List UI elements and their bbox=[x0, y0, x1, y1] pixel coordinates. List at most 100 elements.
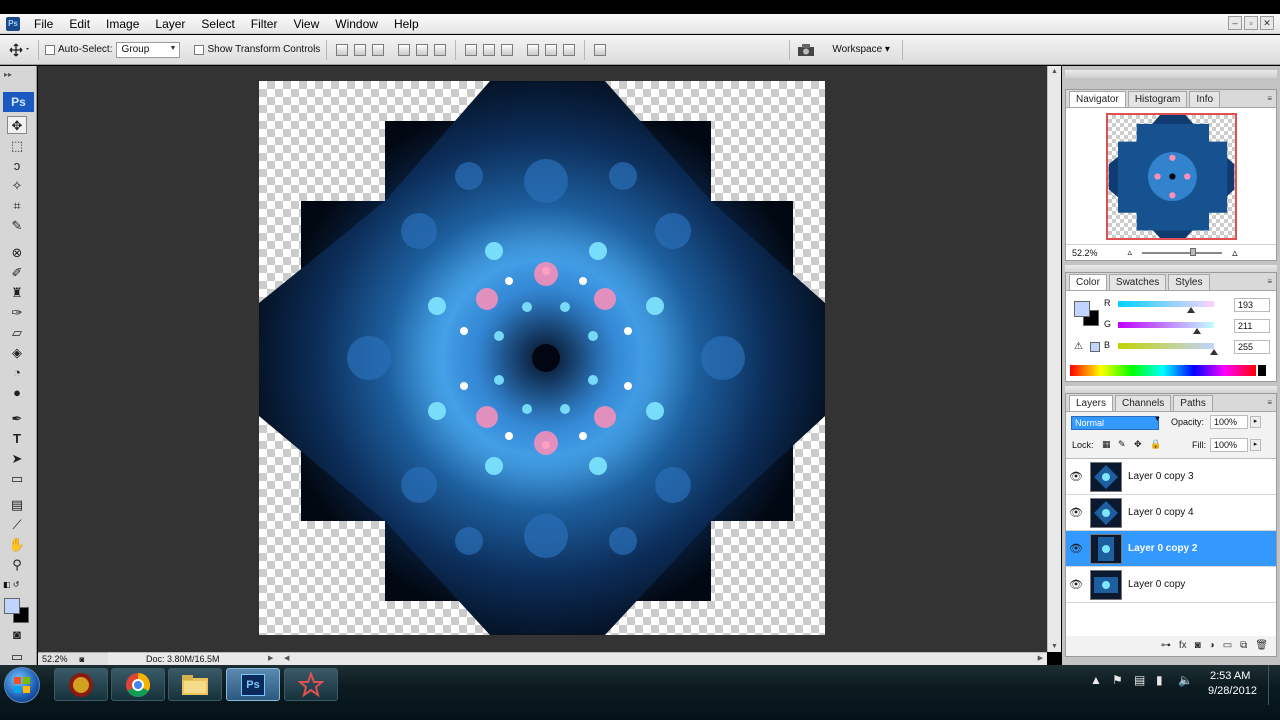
tray-flag-icon[interactable]: ⚑ bbox=[1112, 673, 1123, 687]
lock-transparency-icon[interactable]: ▦ bbox=[1102, 439, 1111, 450]
tab-styles[interactable]: Styles bbox=[1168, 274, 1210, 290]
tab-info[interactable]: Info bbox=[1189, 91, 1221, 107]
auto-select-checkbox[interactable] bbox=[45, 44, 55, 55]
panel-menu-icon[interactable]: ≡ bbox=[1267, 94, 1272, 103]
adjustment-icon[interactable]: ◑ bbox=[1209, 640, 1215, 656]
distribute-top-icon[interactable] bbox=[465, 43, 478, 56]
foreground-color-swatch[interactable] bbox=[4, 598, 20, 614]
clone-stamp-tool-icon[interactable]: ♜ bbox=[7, 284, 27, 302]
mask-icon[interactable]: ◙ bbox=[1195, 640, 1201, 656]
opacity-input[interactable]: 100% bbox=[1210, 415, 1248, 429]
slider-r-track[interactable] bbox=[1118, 301, 1214, 307]
vertical-scrollbar[interactable]: ▲ ▼ bbox=[1047, 66, 1061, 652]
blend-mode-dropdown[interactable]: Normal bbox=[1071, 416, 1159, 430]
status-info-icon[interactable]: ◙ bbox=[80, 655, 85, 664]
align-top-icon[interactable] bbox=[336, 43, 349, 56]
horizontal-scrollbar[interactable]: Doc: 3.80M/16.5M ▶ ◀ ▶ bbox=[108, 652, 1047, 665]
history-brush-tool-icon[interactable]: ✑ bbox=[7, 304, 27, 322]
lock-pixels-icon[interactable]: ✎ bbox=[1118, 439, 1126, 450]
taskbar-app-photoshop[interactable]: Ps bbox=[226, 668, 280, 701]
slider-r-value[interactable]: 193 bbox=[1234, 298, 1270, 312]
visibility-eye-icon[interactable]: 👁 bbox=[1066, 542, 1086, 555]
fill-arrow-icon[interactable]: ▸ bbox=[1250, 439, 1261, 451]
auto-select-dropdown[interactable]: Group bbox=[116, 41, 181, 58]
scroll-down-icon[interactable]: ▼ bbox=[1051, 643, 1058, 650]
spectrum-black[interactable] bbox=[1258, 365, 1266, 376]
tab-channels[interactable]: Channels bbox=[1115, 395, 1172, 411]
crop-tool-icon[interactable]: ⌗ bbox=[7, 197, 27, 215]
lock-all-icon[interactable]: 🔒 bbox=[1150, 439, 1161, 450]
menu-filter[interactable]: Filter bbox=[243, 17, 286, 31]
marquee-tool-icon[interactable]: ⬚ bbox=[7, 137, 27, 155]
dodge-tool-icon[interactable]: ● bbox=[7, 384, 27, 402]
menu-window[interactable]: Window bbox=[327, 17, 386, 31]
layer-name[interactable]: Layer 0 copy bbox=[1128, 579, 1185, 590]
paint-bucket-tool-icon[interactable]: ◈ bbox=[7, 344, 27, 362]
menu-file[interactable]: File bbox=[26, 17, 61, 31]
layer-row-selected[interactable]: 👁 Layer 0 copy 2 bbox=[1066, 531, 1276, 567]
slider-g-value[interactable]: 211 bbox=[1234, 319, 1270, 333]
zoom-tool-icon[interactable]: ⚲ bbox=[7, 556, 27, 574]
panel-collapse-icon[interactable]: ▸▸ bbox=[4, 70, 12, 79]
menu-select[interactable]: Select bbox=[193, 17, 242, 31]
notes-tool-icon[interactable]: ▤ bbox=[7, 496, 27, 514]
ps-badge[interactable]: Ps bbox=[3, 92, 34, 112]
distribute-right-icon[interactable] bbox=[563, 43, 576, 56]
restore-button[interactable]: ▫ bbox=[1244, 16, 1258, 30]
show-desktop-button[interactable] bbox=[1268, 665, 1280, 705]
taskbar-app-explorer[interactable] bbox=[168, 668, 222, 701]
link-icon[interactable]: ⊶ bbox=[1161, 640, 1171, 656]
align-right-icon[interactable] bbox=[434, 43, 447, 56]
trash-icon[interactable]: 🗑 bbox=[1255, 640, 1268, 656]
scroll-up-icon[interactable]: ▲ bbox=[1051, 68, 1058, 75]
dock-title-strip[interactable] bbox=[1065, 70, 1277, 78]
menu-edit[interactable]: Edit bbox=[61, 17, 98, 31]
brush-tool-icon[interactable]: ✐ bbox=[7, 264, 27, 282]
default-colors-icon[interactable]: ◧ ↺ bbox=[3, 580, 19, 589]
tab-color[interactable]: Color bbox=[1069, 274, 1107, 290]
distribute-bottom-icon[interactable] bbox=[501, 43, 514, 56]
slider-g-thumb[interactable] bbox=[1193, 328, 1202, 334]
auto-align-icon[interactable] bbox=[594, 43, 607, 56]
layer-row[interactable]: 👁 Layer 0 copy 4 bbox=[1066, 495, 1276, 531]
fx-icon[interactable]: fx bbox=[1179, 640, 1187, 656]
layer-name[interactable]: Layer 0 copy 4 bbox=[1128, 507, 1194, 518]
tray-volume-icon[interactable]: 🔈 bbox=[1178, 673, 1193, 687]
group-icon[interactable]: ▭ bbox=[1223, 640, 1232, 656]
type-tool-icon[interactable]: T bbox=[7, 430, 27, 448]
menu-view[interactable]: View bbox=[285, 17, 327, 31]
menu-layer[interactable]: Layer bbox=[147, 17, 193, 31]
new-layer-icon[interactable]: ⧉ bbox=[1240, 640, 1247, 656]
quick-mask-icon[interactable]: ◙ bbox=[7, 626, 27, 644]
panel-menu-icon[interactable]: ≡ bbox=[1267, 277, 1272, 286]
panel-menu-icon[interactable]: ≡ bbox=[1267, 398, 1272, 407]
navigator-preview[interactable] bbox=[1106, 113, 1237, 240]
zoom-out-icon[interactable]: ▵ bbox=[1128, 247, 1133, 258]
blend-mode-chevron-icon[interactable]: ▼ bbox=[1154, 416, 1161, 423]
close-button[interactable]: ✕ bbox=[1260, 16, 1274, 30]
pen-tool-icon[interactable]: ✒ bbox=[7, 410, 27, 428]
layer-row[interactable]: 👁 Layer 0 copy 3 bbox=[1066, 459, 1276, 495]
eraser-tool-icon[interactable]: ▱ bbox=[7, 324, 27, 342]
zoom-slider-thumb[interactable] bbox=[1190, 247, 1197, 256]
status-menu-arrow-icon[interactable]: ▶ bbox=[268, 654, 273, 662]
path-selection-tool-icon[interactable]: ➤ bbox=[7, 450, 27, 468]
slider-b-track[interactable] bbox=[1118, 343, 1214, 349]
tab-navigator[interactable]: Navigator bbox=[1069, 91, 1126, 107]
status-zoom[interactable]: 52.2% bbox=[42, 654, 68, 664]
workspace-menu[interactable]: Workspace ▾ bbox=[832, 44, 890, 55]
tray-show-hidden-icon[interactable]: ▲ bbox=[1090, 673, 1102, 687]
fill-input[interactable]: 100% bbox=[1210, 438, 1248, 452]
align-left-icon[interactable] bbox=[398, 43, 411, 56]
screen-mode-icon[interactable]: ▭ bbox=[7, 648, 27, 666]
eyedropper-tool-icon[interactable]: ✎ bbox=[7, 217, 27, 235]
tab-histogram[interactable]: Histogram bbox=[1127, 91, 1188, 107]
color-spectrum-bar[interactable] bbox=[1070, 365, 1256, 376]
distribute-vcenter-icon[interactable] bbox=[483, 43, 496, 56]
visibility-eye-icon[interactable]: 👁 bbox=[1066, 578, 1086, 591]
start-button[interactable] bbox=[4, 667, 40, 703]
hand-tool-icon[interactable]: ✋ bbox=[7, 536, 27, 554]
zoom-slider[interactable] bbox=[1142, 247, 1223, 256]
move-tool-icon[interactable]: ✥ bbox=[7, 116, 27, 134]
layer-name[interactable]: Layer 0 copy 3 bbox=[1128, 471, 1194, 482]
